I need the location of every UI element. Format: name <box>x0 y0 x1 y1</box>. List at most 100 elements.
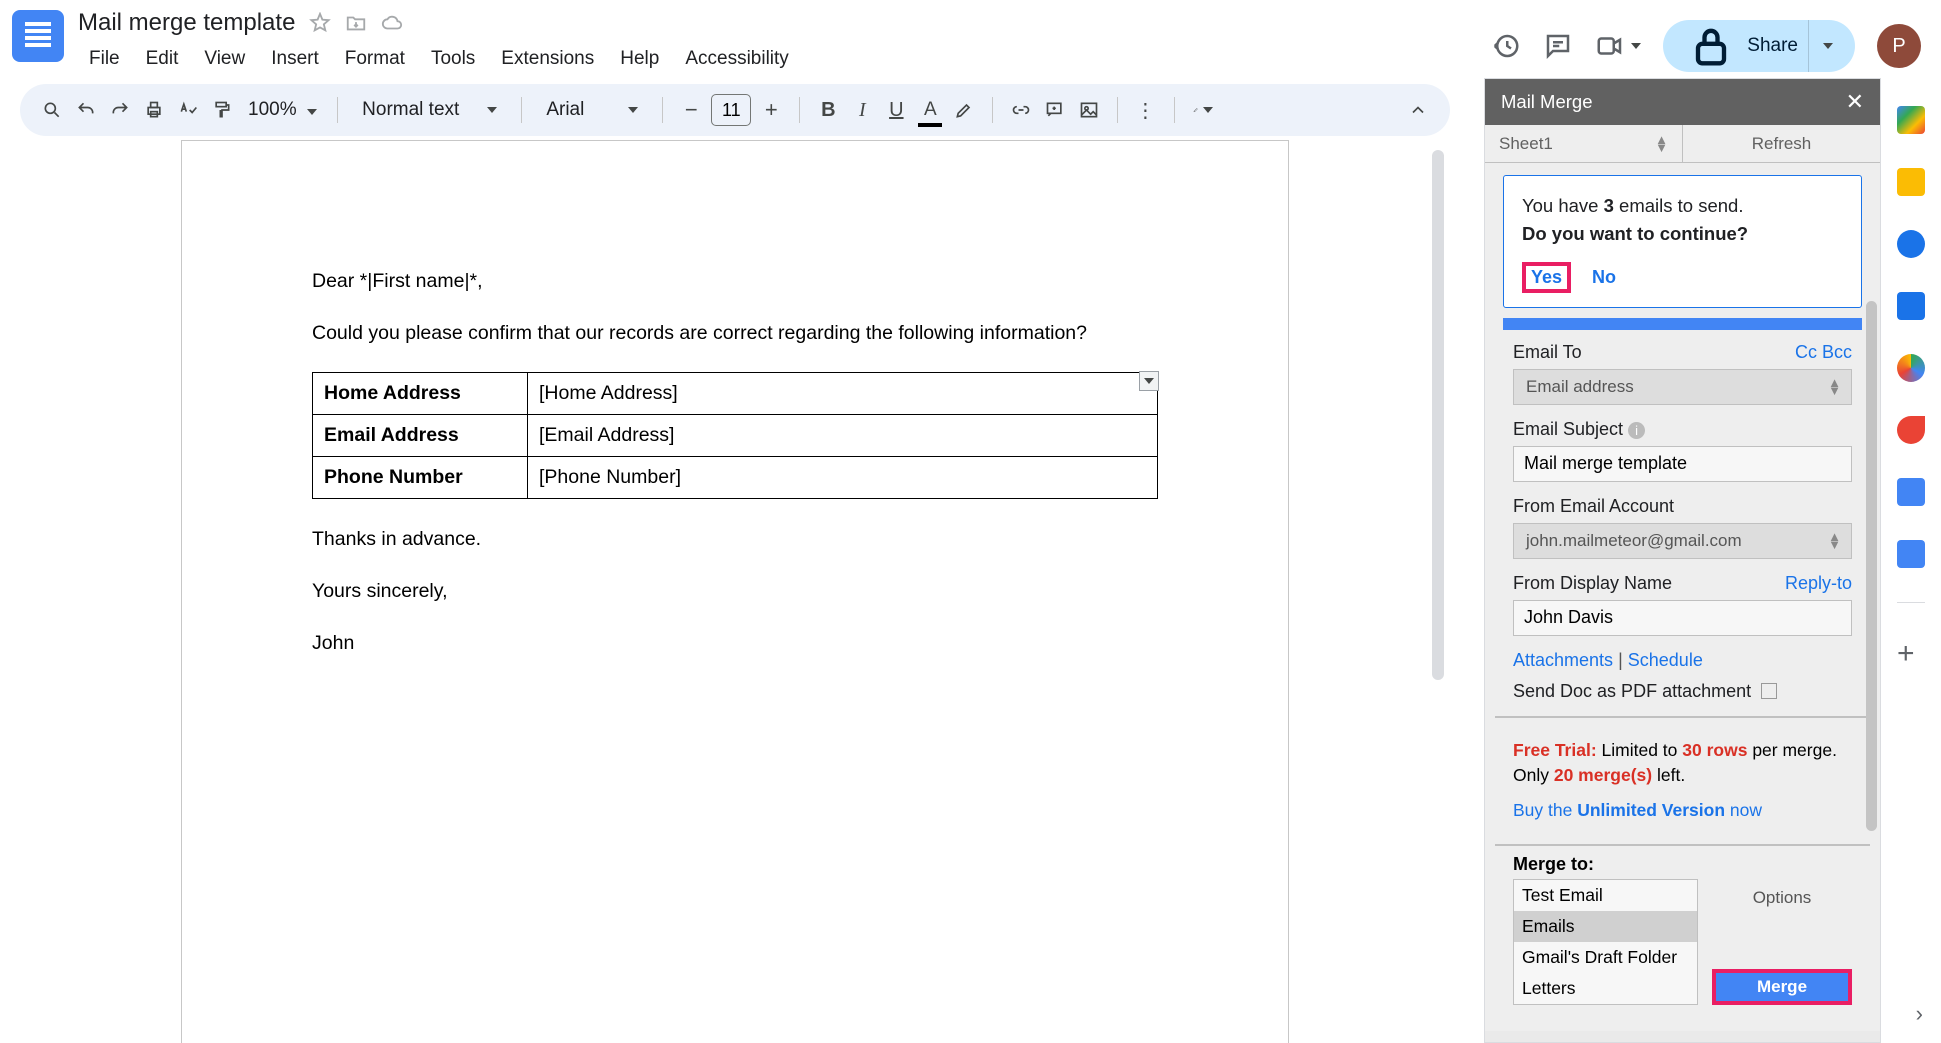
font-size-input[interactable]: 11 <box>711 94 751 126</box>
doc-greeting: Dear *|First name|*, <box>312 267 1158 295</box>
doc-table[interactable]: Home Address[Home Address] Email Address… <box>312 372 1158 499</box>
decrease-font-icon[interactable]: − <box>677 96 705 124</box>
more-icon[interactable]: ⋮ <box>1132 96 1160 124</box>
star-icon[interactable] <box>309 12 331 34</box>
display-name-input[interactable] <box>1513 600 1852 636</box>
addon-icon-3[interactable] <box>1897 540 1925 568</box>
comments-icon[interactable] <box>1543 31 1573 61</box>
merge-option-drafts[interactable]: Gmail's Draft Folder <box>1514 942 1697 973</box>
email-to-label: Email To <box>1513 342 1582 363</box>
bold-icon[interactable]: B <box>814 96 842 124</box>
reply-to-link[interactable]: Reply-to <box>1785 573 1852 594</box>
addon-icon-2[interactable] <box>1897 478 1925 506</box>
subject-input[interactable] <box>1513 446 1852 482</box>
menu-insert[interactable]: Insert <box>260 44 330 74</box>
zoom-select[interactable]: 100% <box>242 99 323 121</box>
tasks-icon[interactable] <box>1897 230 1925 258</box>
menu-format[interactable]: Format <box>334 44 416 74</box>
attachments-link[interactable]: Attachments <box>1513 650 1613 670</box>
menu-view[interactable]: View <box>193 44 256 74</box>
share-button[interactable]: Share <box>1663 20 1855 72</box>
redo-icon[interactable] <box>106 96 134 124</box>
table-row: Home Address[Home Address] <box>313 372 1158 414</box>
close-icon[interactable]: ✕ <box>1846 89 1864 115</box>
merge-option-test[interactable]: Test Email <box>1514 880 1697 911</box>
options-button[interactable]: Options <box>1712 882 1852 914</box>
italic-icon[interactable]: I <box>848 96 876 124</box>
schedule-link[interactable]: Schedule <box>1628 650 1703 670</box>
menu-bar: File Edit View Insert Format Tools Exten… <box>78 44 1491 74</box>
maps-icon[interactable] <box>1897 354 1925 382</box>
progress-bar <box>1503 318 1862 330</box>
spellcheck-icon[interactable] <box>174 96 202 124</box>
menu-accessibility[interactable]: Accessibility <box>674 44 799 74</box>
share-label: Share <box>1747 35 1798 57</box>
merge-option-emails[interactable]: Emails <box>1514 911 1697 942</box>
merge-option-letters[interactable]: Letters <box>1514 973 1697 1004</box>
menu-tools[interactable]: Tools <box>420 44 486 74</box>
confirm-yes-button[interactable]: Yes <box>1522 262 1571 293</box>
paragraph-style-select[interactable]: Normal text <box>352 99 507 121</box>
confirm-dialog: You have 3 emails to send. Do you want t… <box>1503 175 1862 308</box>
doc-title[interactable]: Mail merge template <box>78 9 295 37</box>
meet-button[interactable] <box>1595 31 1641 61</box>
font-select[interactable]: Arial <box>536 99 648 121</box>
increase-font-icon[interactable]: + <box>757 96 785 124</box>
buy-unlimited-link[interactable]: Buy the Unlimited Version now <box>1513 800 1762 820</box>
insert-image-icon[interactable] <box>1075 96 1103 124</box>
table-row: Phone Number[Phone Number] <box>313 456 1158 498</box>
share-dropdown[interactable] <box>1808 20 1847 72</box>
panel-scrollbar[interactable] <box>1866 301 1877 831</box>
table-menu-icon[interactable] <box>1139 371 1159 391</box>
pdf-checkbox-label: Send Doc as PDF attachment <box>1513 681 1751 702</box>
print-icon[interactable] <box>140 96 168 124</box>
addon-icon-1[interactable] <box>1897 416 1925 444</box>
search-icon[interactable] <box>38 96 66 124</box>
table-row: Email Address[Email Address] <box>313 414 1158 456</box>
pdf-checkbox[interactable] <box>1761 683 1777 699</box>
cc-bcc-link[interactable]: Cc Bcc <box>1795 342 1852 363</box>
move-icon[interactable] <box>345 12 367 34</box>
history-icon[interactable] <box>1491 31 1521 61</box>
doc-signature: John <box>312 629 1158 657</box>
account-avatar[interactable]: P <box>1877 24 1921 68</box>
video-icon <box>1595 31 1625 61</box>
refresh-tab[interactable]: Refresh <box>1682 125 1880 162</box>
editing-mode-icon[interactable] <box>1189 96 1217 124</box>
merge-button[interactable]: Merge <box>1712 969 1852 1005</box>
toolbar: 100% Normal text Arial − 11 + B I U A ⋮ <box>20 84 1450 136</box>
keep-icon[interactable] <box>1897 168 1925 196</box>
doc-thanks: Thanks in advance. <box>312 525 1158 553</box>
merge-to-list: Test Email Emails Gmail's Draft Folder L… <box>1513 879 1698 1005</box>
collapse-toolbar-icon[interactable] <box>1404 96 1432 124</box>
document-page[interactable]: Dear *|First name|*, Could you please co… <box>181 140 1289 1043</box>
underline-icon[interactable]: U <box>882 96 910 124</box>
insert-link-icon[interactable] <box>1007 96 1035 124</box>
menu-help[interactable]: Help <box>609 44 670 74</box>
paint-format-icon[interactable] <box>208 96 236 124</box>
menu-edit[interactable]: Edit <box>135 44 190 74</box>
doc-scrollbar[interactable] <box>1432 150 1444 680</box>
from-account-label: From Email Account <box>1513 496 1674 517</box>
side-rail: + › <box>1881 78 1941 1043</box>
email-to-select[interactable]: Email address▲▼ <box>1513 369 1852 405</box>
cloud-icon[interactable] <box>381 12 403 34</box>
confirm-no-button[interactable]: No <box>1587 262 1621 293</box>
docs-logo[interactable] <box>12 10 64 62</box>
display-name-label: From Display Name <box>1513 573 1672 594</box>
info-icon[interactable]: i <box>1628 422 1645 439</box>
text-color-icon[interactable]: A <box>916 96 944 124</box>
calendar-icon[interactable] <box>1897 106 1925 134</box>
panel-title: Mail Merge <box>1501 91 1593 113</box>
menu-extensions[interactable]: Extensions <box>490 44 605 74</box>
highlight-icon[interactable] <box>950 96 978 124</box>
undo-icon[interactable] <box>72 96 100 124</box>
menu-file[interactable]: File <box>78 44 131 74</box>
hide-panel-icon[interactable]: › <box>1916 1001 1923 1027</box>
get-addons-icon[interactable]: + <box>1897 637 1925 665</box>
contacts-icon[interactable] <box>1897 292 1925 320</box>
doc-intro: Could you please confirm that our record… <box>312 319 1158 347</box>
sheet-tab[interactable]: Sheet1▲▼ <box>1485 125 1682 162</box>
from-account-select[interactable]: john.mailmeteor@gmail.com▲▼ <box>1513 523 1852 559</box>
add-comment-icon[interactable] <box>1041 96 1069 124</box>
